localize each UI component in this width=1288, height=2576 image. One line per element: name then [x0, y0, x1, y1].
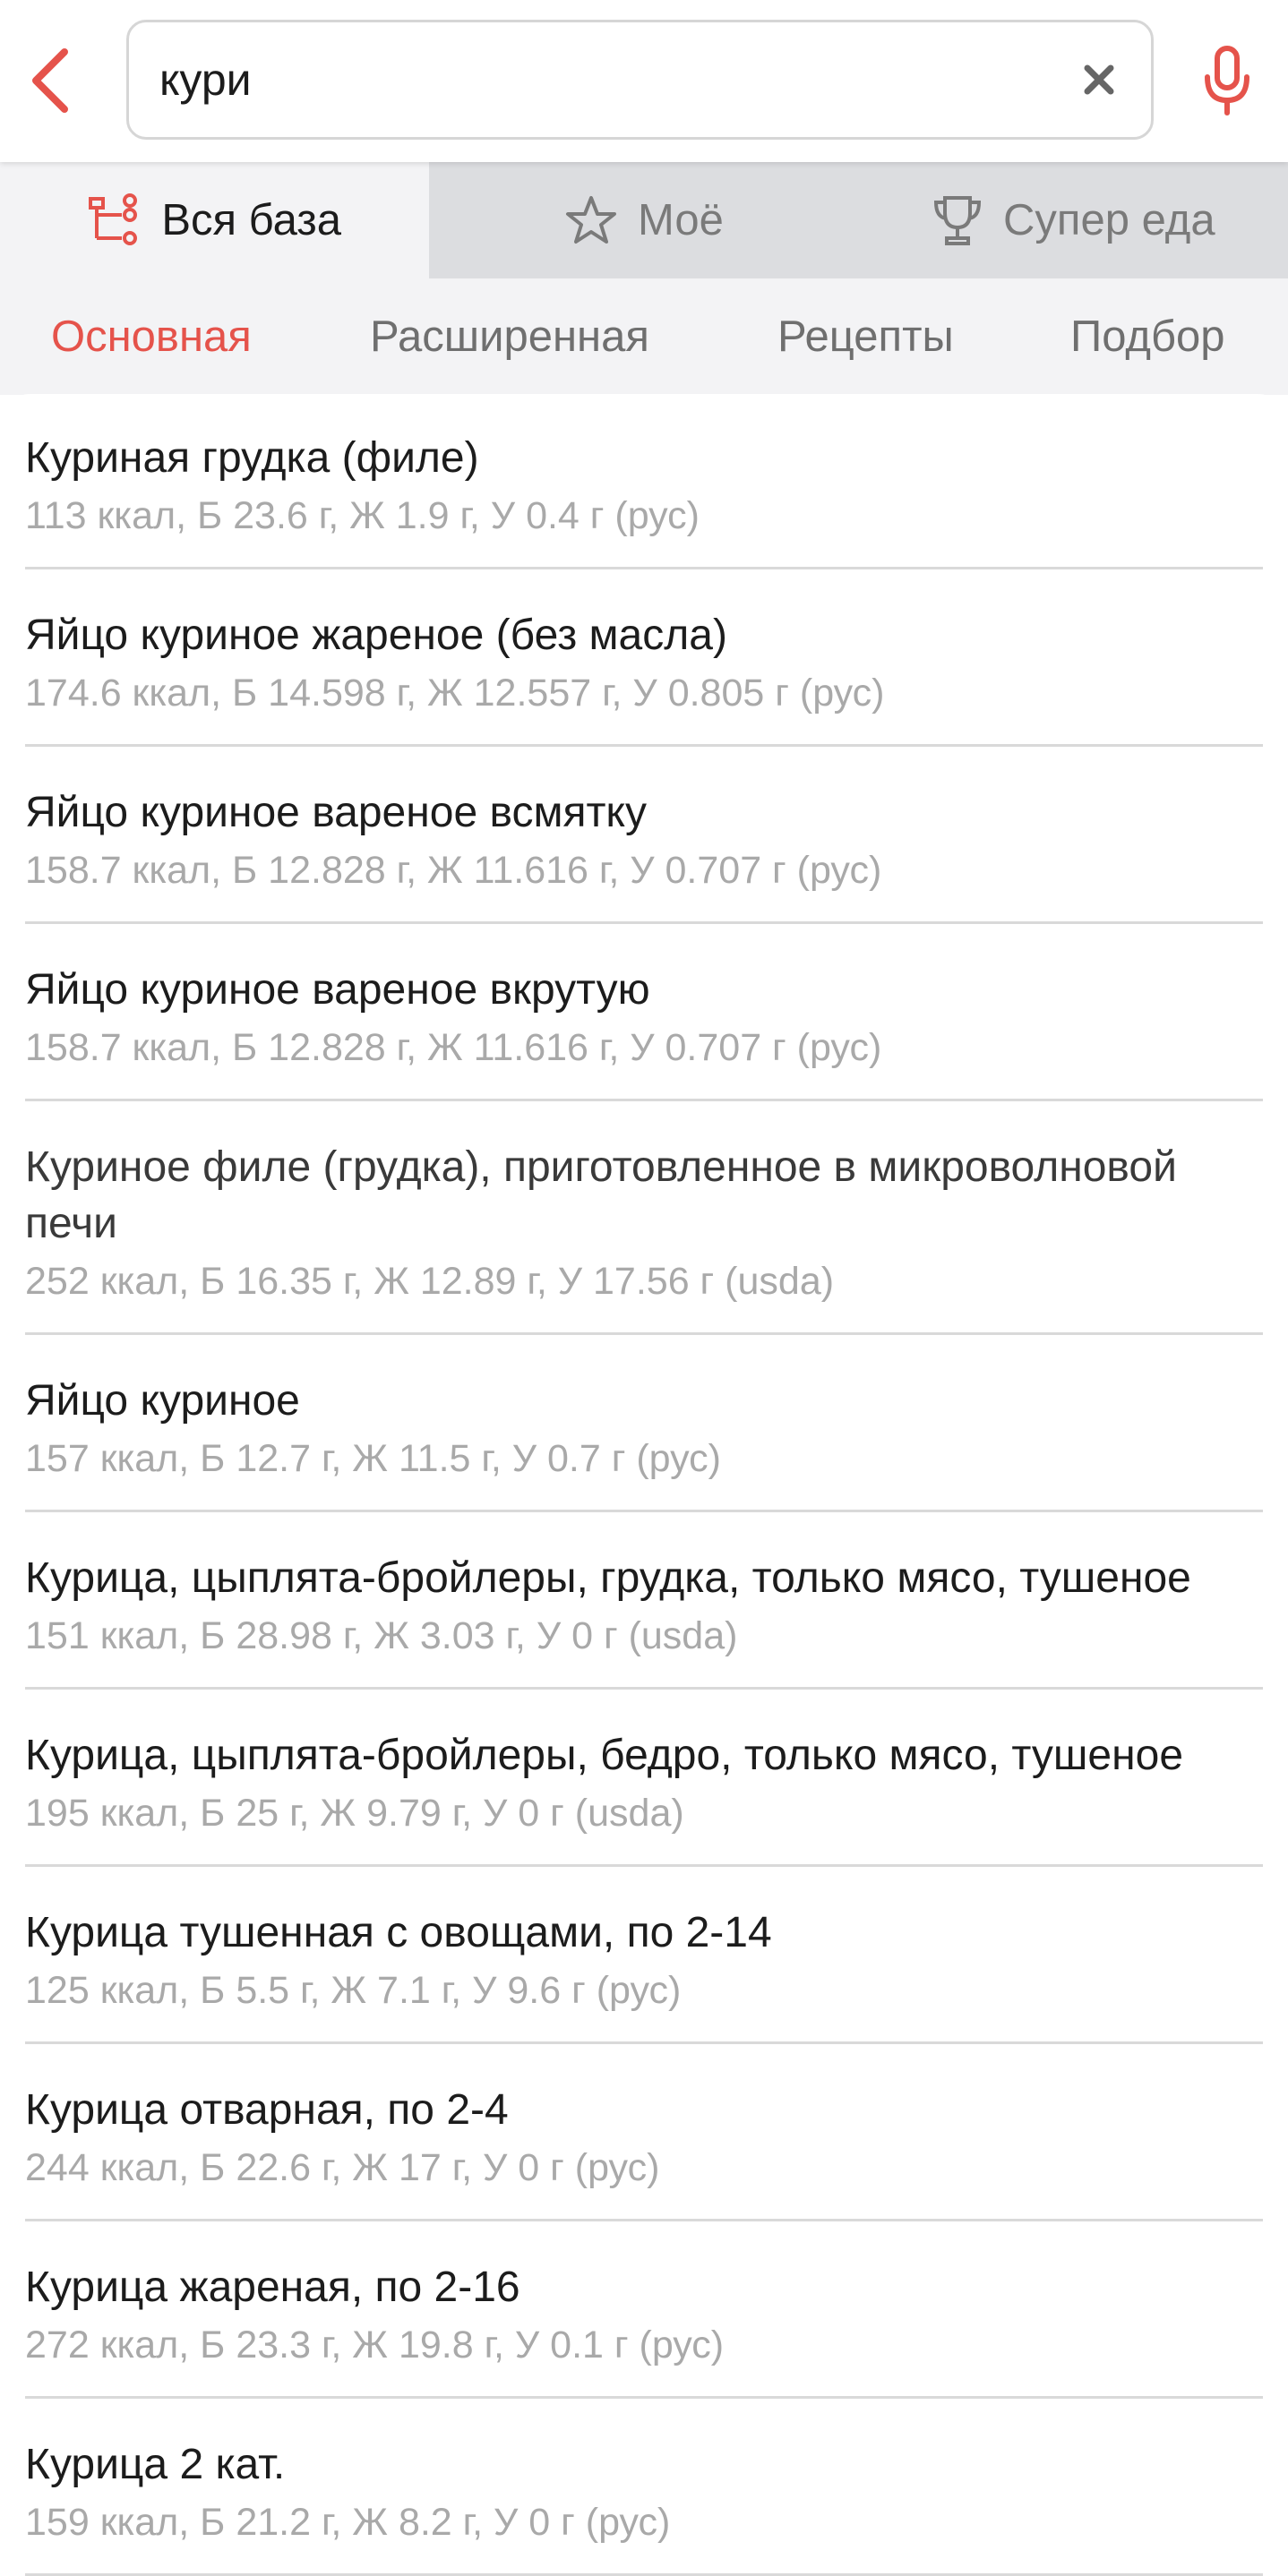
- search-input[interactable]: [159, 22, 1055, 137]
- item-nutrition: 113 ккал, Б 23.6 г, Ж 1.9 г, У 0.4 г (ру…: [25, 494, 700, 537]
- microphone-icon: [1205, 46, 1249, 116]
- item-nutrition: 174.6 ккал, Б 14.598 г, Ж 12.557 г, У 0.…: [25, 672, 885, 715]
- voice-search-button[interactable]: [1191, 36, 1263, 125]
- item-title: Курица 2 кат.: [25, 2441, 286, 2488]
- item-title: Яйцо куриное жареное (без масла): [25, 612, 727, 659]
- item-nutrition: 159 ккал, Б 21.2 г, Ж 8.2 г, У 0 г (рус): [25, 2501, 671, 2544]
- item-title: Куриная грудка (филе): [25, 434, 479, 482]
- item-title: Куриное филе (грудка), приготовленное в …: [25, 1143, 1177, 1247]
- item-title: Яйцо куриное: [25, 1377, 300, 1425]
- list-item[interactable]: Куриная грудка (филе) 113 ккал, Б 23.6 г…: [25, 394, 1263, 569]
- search-mode-tabs: Основная Расширенная Рецепты Подбор: [0, 278, 1288, 395]
- item-nutrition: 158.7 ккал, Б 12.828 г, Ж 11.616 г, У 0.…: [25, 1026, 882, 1069]
- tab-label: Моё: [638, 196, 724, 244]
- tab-mine[interactable]: Моё: [429, 162, 858, 278]
- item-nutrition: 272 ккал, Б 23.3 г, Ж 19.8 г, У 0.1 г (р…: [25, 2324, 725, 2366]
- tab-basic[interactable]: Основная: [51, 278, 252, 395]
- search-header: [0, 0, 1288, 162]
- tab-selection[interactable]: Подбор: [1070, 278, 1225, 395]
- list-item[interactable]: Яйцо куриное жареное (без масла) 174.6 к…: [25, 569, 1263, 747]
- search-box[interactable]: [126, 20, 1154, 140]
- list-item[interactable]: Курица жареная, по 2-16 272 ккал, Б 23.3…: [25, 2221, 1263, 2399]
- item-nutrition: 157 ккал, Б 12.7 г, Ж 11.5 г, У 0.7 г (р…: [25, 1437, 721, 1480]
- list-item[interactable]: Яйцо куриное 157 ккал, Б 12.7 г, Ж 11.5 …: [25, 1335, 1263, 1512]
- list-item[interactable]: Куриное филе (грудка), приготовленное в …: [25, 1101, 1263, 1335]
- list-item[interactable]: Яйцо куриное вареное всмятку 158.7 ккал,…: [25, 747, 1263, 924]
- item-title: Яйцо куриное вареное всмятку: [25, 789, 647, 836]
- clear-search-button[interactable]: [1070, 51, 1128, 108]
- close-icon: [1084, 64, 1114, 95]
- tab-label: Супер еда: [1003, 196, 1215, 244]
- results-list: Куриная грудка (филе) 113 ккал, Б 23.6 г…: [0, 394, 1288, 2576]
- list-item[interactable]: Курица, цыплята-бройлеры, грудка, только…: [25, 1512, 1263, 1690]
- list-item[interactable]: Курица, цыплята-бройлеры, бедро, только …: [25, 1690, 1263, 1867]
- list-item[interactable]: Курица отварная, по 2-4 244 ккал, Б 22.6…: [25, 2044, 1263, 2221]
- tab-extended[interactable]: Расширенная: [370, 278, 649, 395]
- tree-icon: [89, 193, 138, 245]
- star-icon: [566, 196, 617, 244]
- trophy-icon: [934, 196, 982, 245]
- tab-label: Вся база: [161, 196, 342, 244]
- source-tabs: Вся база Моё Супер еда: [0, 162, 1288, 278]
- item-title: Курица жареная, по 2-16: [25, 2264, 520, 2311]
- item-nutrition: 252 ккал, Б 16.35 г, Ж 12.89 г, У 17.56 …: [25, 1260, 835, 1303]
- item-nutrition: 244 ккал, Б 22.6 г, Ж 17 г, У 0 г (рус): [25, 2146, 660, 2189]
- item-nutrition: 151 ккал, Б 28.98 г, Ж 3.03 г, У 0 г (us…: [25, 1614, 738, 1657]
- back-arrow-icon: [32, 48, 68, 113]
- tab-all-database[interactable]: Вся база: [0, 162, 430, 278]
- item-title: Курица, цыплята-бройлеры, бедро, только …: [25, 1732, 1184, 1779]
- back-button[interactable]: [18, 36, 82, 125]
- item-title: Курица отварная, по 2-4: [25, 2086, 509, 2134]
- list-item[interactable]: Курица тушенная с овощами, по 2-14 125 к…: [25, 1867, 1263, 2044]
- item-title: Курица, цыплята-бройлеры, грудка, только…: [25, 1554, 1191, 1602]
- item-nutrition: 195 ккал, Б 25 г, Ж 9.79 г, У 0 г (usda): [25, 1792, 684, 1835]
- list-item[interactable]: Курица 2 кат. 159 ккал, Б 21.2 г, Ж 8.2 …: [25, 2399, 1263, 2576]
- item-nutrition: 158.7 ккал, Б 12.828 г, Ж 11.616 г, У 0.…: [25, 849, 882, 892]
- item-title: Курица тушенная с овощами, по 2-14: [25, 1909, 772, 1956]
- tab-recipes[interactable]: Рецепты: [777, 278, 954, 395]
- item-nutrition: 125 ккал, Б 5.5 г, Ж 7.1 г, У 9.6 г (рус…: [25, 1969, 682, 2012]
- tab-super-food[interactable]: Супер еда: [859, 162, 1288, 278]
- list-item[interactable]: Яйцо куриное вареное вкрутую 158.7 ккал,…: [25, 924, 1263, 1101]
- item-title: Яйцо куриное вареное вкрутую: [25, 966, 650, 1014]
